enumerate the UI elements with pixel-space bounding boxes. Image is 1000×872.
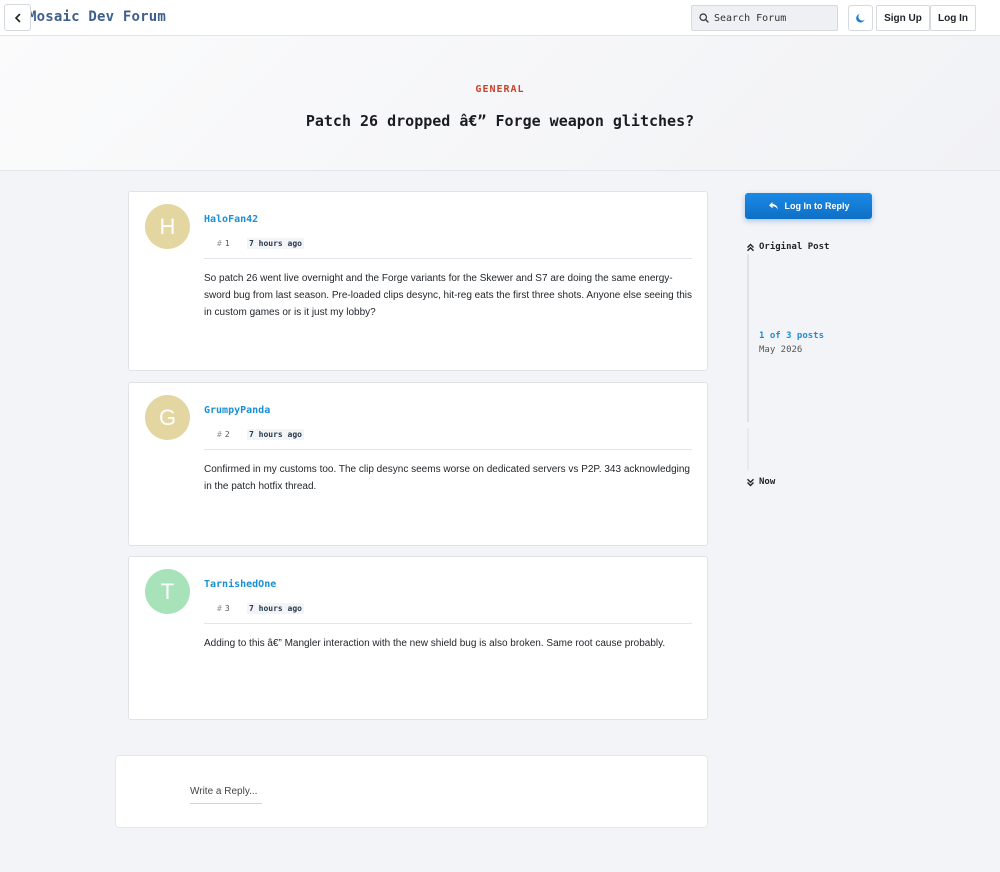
top-bar: Mosaic Dev Forum Sign Up Log In — [0, 0, 1000, 36]
reply-composer — [115, 755, 708, 828]
post-card: T TarnishedOne #3 7 hours ago Adding to … — [128, 556, 708, 720]
post-author[interactable]: HaloFan42 — [204, 214, 258, 225]
post-number-value: 3 — [224, 604, 230, 613]
post-author[interactable]: GrumpyPanda — [204, 405, 270, 416]
reply-arrow-icon — [768, 202, 778, 210]
timeline-now[interactable]: Now — [746, 475, 778, 489]
post-number-value: 2 — [224, 430, 230, 439]
hash-icon: # — [217, 604, 222, 613]
post-body: So patch 26 went live overnight and the … — [204, 273, 693, 318]
timeline-now-label: Now — [759, 477, 776, 487]
log-in-button[interactable]: Log In — [930, 5, 976, 31]
timeline-original-post-label: Original Post — [759, 242, 830, 252]
avatar[interactable]: G — [145, 395, 190, 440]
moon-icon — [856, 13, 865, 22]
topic-title: Patch 26 dropped â€” Forge weapon glitch… — [305, 112, 695, 130]
post-timestamp[interactable]: 7 hours ago — [247, 603, 304, 614]
timeline-original-post[interactable]: Original Post — [746, 240, 832, 254]
post-timestamp[interactable]: 7 hours ago — [247, 429, 304, 440]
hash-icon: # — [217, 430, 222, 439]
search-box[interactable] — [691, 5, 838, 31]
timeline-track[interactable] — [747, 254, 749, 422]
hash-icon: # — [217, 239, 222, 248]
post-author[interactable]: TarnishedOne — [204, 579, 276, 590]
topic-category[interactable]: GENERAL — [0, 84, 1000, 95]
theme-toggle-button[interactable] — [848, 5, 873, 31]
double-chevron-down-icon — [747, 478, 754, 486]
avatar[interactable]: H — [145, 204, 190, 249]
post-divider — [204, 449, 692, 450]
post-timestamp[interactable]: 7 hours ago — [247, 238, 304, 249]
sign-up-button[interactable]: Sign Up — [876, 5, 930, 31]
post-number[interactable]: #3 — [217, 604, 230, 613]
post-divider — [204, 623, 692, 624]
timeline-date: May 2026 — [759, 345, 803, 355]
timeline-post-count: 1 of 3 posts — [759, 331, 825, 341]
search-icon — [699, 13, 709, 23]
search-input[interactable] — [714, 12, 834, 24]
forum-brand[interactable]: Mosaic Dev Forum — [28, 9, 178, 25]
post-body: Confirmed in my customs too. The clip de… — [204, 464, 690, 492]
post-card: G GrumpyPanda #2 7 hours ago Confirmed i… — [128, 382, 708, 546]
topic-header: GENERAL Patch 26 dropped â€” Forge weapo… — [0, 36, 1000, 171]
post-divider — [204, 258, 692, 259]
reply-input[interactable] — [190, 780, 262, 804]
reply-button-label: Log In to Reply — [784, 201, 850, 211]
post-number[interactable]: #2 — [217, 430, 230, 439]
timeline-track-lower — [747, 428, 749, 470]
post-number[interactable]: #1 — [217, 239, 230, 248]
log-in-to-reply-button[interactable]: Log In to Reply — [745, 193, 872, 219]
back-button[interactable] — [4, 4, 31, 31]
chevron-left-icon — [14, 13, 20, 22]
post-body: Adding to this â€” Mangler interaction w… — [204, 638, 666, 649]
avatar[interactable]: T — [145, 569, 190, 614]
post-number-value: 1 — [224, 239, 230, 248]
double-chevron-up-icon — [747, 243, 754, 251]
post-card: H HaloFan42 #1 7 hours ago So patch 26 w… — [128, 191, 708, 371]
